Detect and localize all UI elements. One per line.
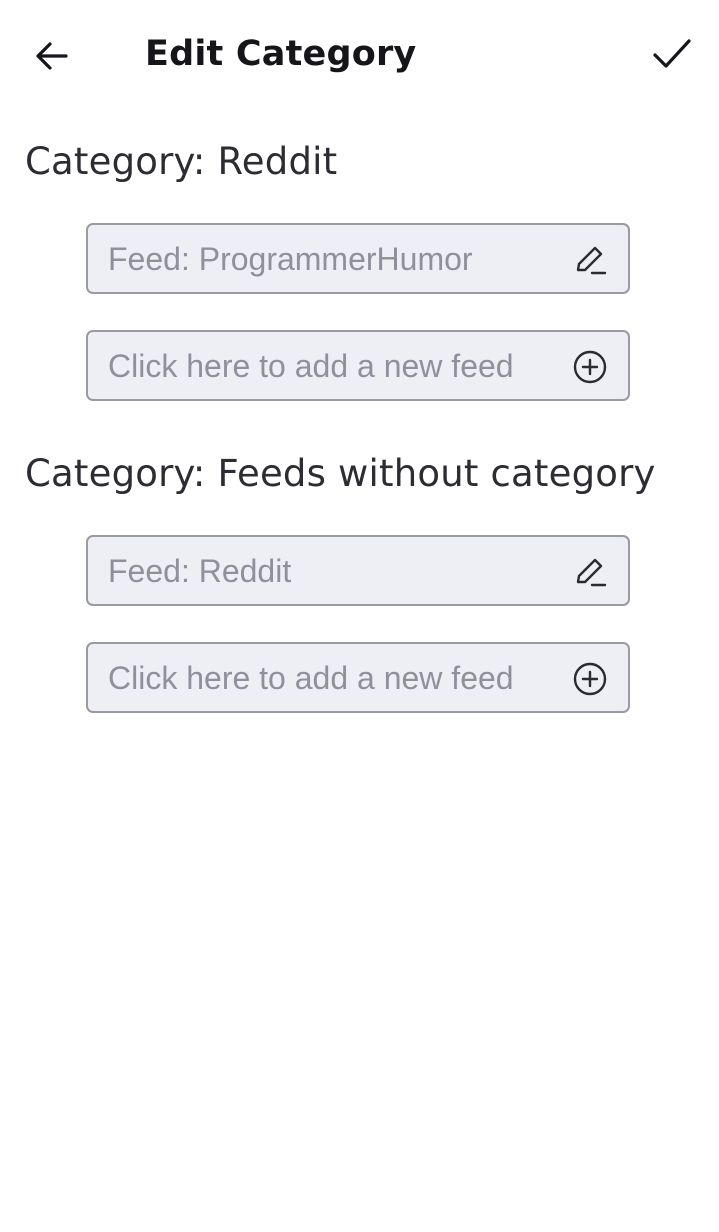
top-app-bar: Edit Category xyxy=(0,0,719,118)
check-icon xyxy=(653,39,691,68)
category-heading: Category: Reddit xyxy=(25,140,338,183)
pencil-icon[interactable] xyxy=(572,242,608,278)
page-title: Edit Category xyxy=(145,34,417,74)
add-feed-button[interactable]: Click here to add a new feed xyxy=(86,330,630,401)
add-feed-label: Click here to add a new feed xyxy=(108,660,514,696)
back-button[interactable] xyxy=(22,26,82,86)
feed-label: Feed: Reddit xyxy=(108,553,292,589)
add-feed-button[interactable]: Click here to add a new feed xyxy=(86,642,630,713)
feed-item[interactable]: Feed: ProgrammerHumor xyxy=(86,223,630,294)
plus-circle-icon[interactable] xyxy=(572,661,608,697)
pencil-icon[interactable] xyxy=(572,554,608,590)
feed-item[interactable]: Feed: Reddit xyxy=(86,535,630,606)
feed-label: Feed: ProgrammerHumor xyxy=(108,241,473,277)
category-heading: Category: Feeds without category xyxy=(25,452,656,495)
confirm-button[interactable] xyxy=(642,24,702,84)
add-feed-label: Click here to add a new feed xyxy=(108,348,514,384)
plus-circle-icon[interactable] xyxy=(572,349,608,385)
arrow-left-icon xyxy=(36,42,68,70)
